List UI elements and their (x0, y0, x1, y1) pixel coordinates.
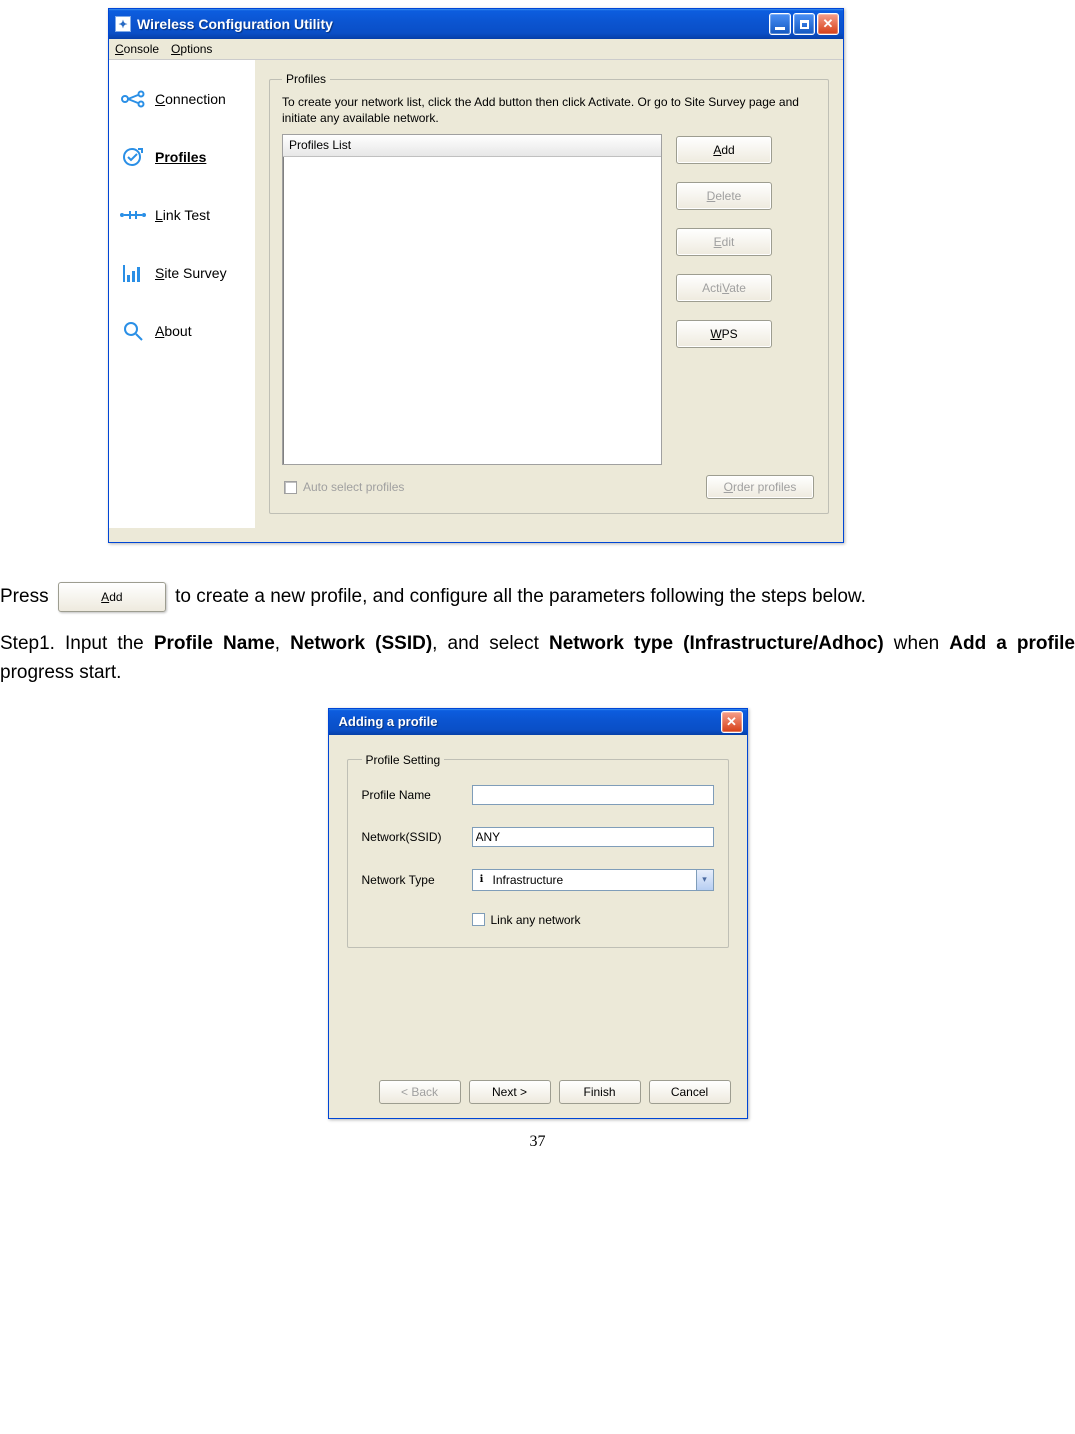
step1-paragraph: Step1. Input the Profile Name, Network (… (0, 629, 1075, 688)
text: progress start. (0, 662, 121, 683)
text-bold: Add a profile (949, 633, 1075, 654)
profiles-legend: Profiles (282, 72, 330, 86)
text: Press (0, 586, 54, 607)
dialog-button-row: < Back Next > Finish Cancel (329, 1080, 747, 1118)
sidebar-item-label: Link Test (155, 207, 210, 223)
sidebar-item-label: Site Survey (155, 265, 227, 281)
wps-button[interactable]: WPS (676, 320, 772, 348)
back-button[interactable]: < Back (379, 1080, 461, 1104)
main-panel: Profiles To create your network list, cl… (255, 60, 843, 528)
sidebar-item-profiles[interactable]: Profiles (111, 128, 253, 186)
adding-profile-dialog: Adding a profile ✕ Profile Setting Profi… (328, 708, 748, 1119)
label-profile-name: Profile Name (362, 788, 472, 802)
page-number: 37 (0, 1133, 1075, 1151)
profile-setting-legend: Profile Setting (362, 753, 445, 767)
cancel-button[interactable]: Cancel (649, 1080, 731, 1104)
sidebar-item-label: About (155, 323, 192, 339)
sidebar-item-about[interactable]: About (111, 302, 253, 360)
dialog-titlebar: Adding a profile ✕ (329, 709, 747, 735)
text: , (275, 633, 290, 654)
sidebar-item-sitesurvey[interactable]: Site Survey (111, 244, 253, 302)
profile-setting-group: Profile Setting Profile Name Network(SSI… (347, 753, 729, 948)
next-button[interactable]: Next > (469, 1080, 551, 1104)
maximize-button[interactable] (793, 13, 815, 35)
profiles-button-column: Add Delete Edit ActiVate WPS (676, 134, 772, 465)
sidebar-item-connection[interactable]: Connection (111, 70, 253, 128)
checkbox-icon (472, 913, 485, 926)
menubar: Console Options (109, 39, 843, 60)
status-strip (109, 528, 843, 542)
network-type-combobox[interactable]: ℹ Infrastructure (472, 869, 714, 891)
label-network-type: Network Type (362, 873, 472, 887)
finish-button[interactable]: Finish (559, 1080, 641, 1104)
sidebar-item-linktest[interactable]: Link Test (111, 186, 253, 244)
text-bold: Network type (549, 633, 683, 654)
close-button[interactable]: ✕ (817, 13, 839, 35)
delete-button[interactable]: Delete (676, 182, 772, 210)
text: when (884, 633, 950, 654)
window-title: Wireless Configuration Utility (137, 16, 769, 32)
profiles-hint: To create your network list, click the A… (282, 94, 816, 126)
inline-add-button: Add (58, 582, 166, 612)
text: to create a new profile, and configure a… (175, 586, 866, 607)
label-network-ssid: Network(SSID) (362, 830, 472, 844)
app-icon: ✦ (115, 16, 131, 32)
auto-select-checkbox[interactable]: Auto select profiles (284, 480, 404, 494)
minimize-button[interactable] (769, 13, 791, 35)
sidebar-item-label: Connection (155, 91, 226, 107)
auto-select-label: Auto select profiles (303, 480, 404, 494)
text-bold: (Infrastructure/Adhoc) (683, 633, 884, 654)
profiles-icon (119, 146, 147, 168)
network-type-value: Infrastructure (491, 873, 696, 887)
text-bold: Profile Name (154, 633, 275, 654)
network-ssid-input[interactable] (472, 827, 714, 847)
about-icon (119, 320, 147, 342)
sitesurvey-icon (119, 262, 147, 284)
activate-button[interactable]: ActiVate (676, 274, 772, 302)
link-any-network-label: Link any network (491, 913, 581, 927)
checkbox-icon (284, 481, 297, 494)
sidebar: Connection Profiles Link Test (109, 60, 255, 528)
window-controls: ✕ (769, 13, 839, 35)
row-profile-name: Profile Name (362, 785, 714, 805)
dialog-title: Adding a profile (335, 714, 721, 729)
chevron-down-icon (696, 870, 713, 890)
text: , and select (432, 633, 549, 654)
order-profiles-button[interactable]: Order profiles (706, 475, 814, 499)
wireless-config-window: ✦ Wireless Configuration Utility ✕ Conso… (108, 8, 844, 543)
instruction-paragraph: Press Add to create a new profile, and c… (0, 578, 1075, 617)
edit-button[interactable]: Edit (676, 228, 772, 256)
sidebar-item-label: Profiles (155, 149, 206, 165)
text: Step1. Input the (0, 633, 154, 654)
titlebar: ✦ Wireless Configuration Utility ✕ (109, 9, 843, 39)
menu-options[interactable]: Options (171, 42, 212, 56)
row-network-type: Network Type ℹ Infrastructure (362, 869, 714, 891)
add-button[interactable]: Add (676, 136, 772, 164)
connection-icon (119, 88, 147, 110)
dialog-close-button[interactable]: ✕ (721, 711, 743, 733)
link-any-network-checkbox[interactable]: Link any network (472, 913, 714, 927)
profile-name-input[interactable] (472, 785, 714, 805)
profiles-list-header: Profiles List (283, 135, 661, 157)
profiles-listbox[interactable]: Profiles List (282, 134, 662, 465)
profiles-group: Profiles To create your network list, cl… (269, 72, 829, 514)
text-bold: Network (SSID) (290, 633, 432, 654)
network-type-icon: ℹ (473, 874, 491, 885)
linktest-icon (119, 204, 147, 226)
row-network-ssid: Network(SSID) (362, 827, 714, 847)
menu-console[interactable]: Console (115, 42, 159, 56)
